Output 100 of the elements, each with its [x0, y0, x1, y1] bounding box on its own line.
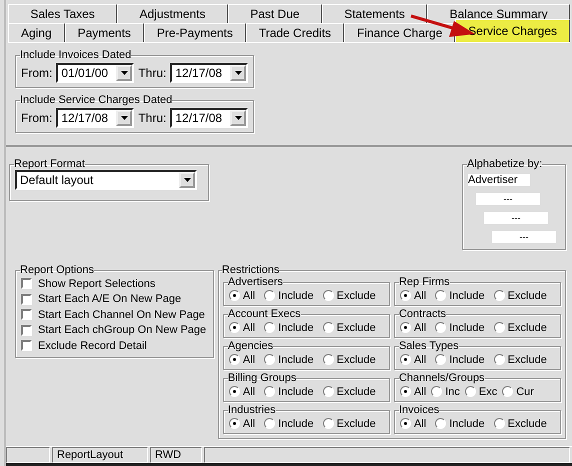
- radio-button[interactable]: [494, 290, 505, 301]
- radio-label: All: [414, 290, 426, 302]
- radio-button[interactable]: [431, 386, 442, 397]
- radio-label: Include: [278, 386, 314, 398]
- radio-button[interactable]: [228, 418, 240, 429]
- radio-button[interactable]: [264, 418, 276, 429]
- radio-button[interactable]: [322, 386, 334, 397]
- checkbox[interactable]: [21, 294, 32, 305]
- radio-button[interactable]: [264, 386, 276, 397]
- checkbox-label: Exclude Record Detail: [38, 340, 147, 352]
- radio-button[interactable]: [435, 290, 446, 301]
- tab[interactable]: Adjustments: [117, 4, 228, 23]
- caret-icon: [234, 116, 242, 120]
- radio-button[interactable]: [435, 322, 446, 333]
- tab[interactable]: Statements: [322, 4, 428, 23]
- radio-button[interactable]: [264, 322, 276, 333]
- checkbox-label: Show Report Selections: [38, 278, 156, 290]
- radio-button[interactable]: [228, 290, 240, 301]
- radio-label: All: [242, 322, 256, 334]
- dropdown-button[interactable]: [116, 110, 132, 126]
- radio-button[interactable]: [400, 322, 411, 333]
- radio-button[interactable]: [400, 418, 411, 429]
- radio-label: Exclude: [508, 354, 547, 366]
- field-label: From:: [21, 66, 52, 80]
- group-title: Alphabetize by:: [467, 158, 542, 170]
- radio-button[interactable]: [502, 386, 514, 397]
- dropdown-button[interactable]: [179, 172, 195, 188]
- radio-button[interactable]: [400, 386, 411, 397]
- caret-icon: [120, 71, 128, 75]
- status-panel: [6, 447, 50, 463]
- sort-field[interactable]: ---: [492, 231, 556, 243]
- tab[interactable]: Past Due: [228, 4, 322, 23]
- radio-button[interactable]: [322, 354, 334, 365]
- radio-label: Exclude: [336, 290, 376, 302]
- tab[interactable]: Trade Credits: [246, 23, 344, 42]
- radio-label: Include: [278, 354, 314, 366]
- radio-label: All: [242, 354, 256, 366]
- group-title: Report Format: [14, 158, 85, 170]
- radio-label: All: [414, 386, 426, 398]
- group-title: Sales Types: [398, 340, 459, 352]
- tab[interactable]: Payments: [64, 23, 144, 42]
- radio-button[interactable]: [228, 322, 240, 333]
- radio-button[interactable]: [322, 418, 334, 429]
- sort-field[interactable]: Advertiser: [468, 174, 530, 186]
- date-dropdown[interactable]: 12/17/08: [56, 108, 134, 128]
- radio-label: Exclude: [508, 290, 547, 302]
- radio-button[interactable]: [228, 386, 240, 397]
- radio-label: All: [242, 386, 256, 398]
- field-label: From:: [21, 111, 52, 125]
- layout-dropdown[interactable]: Default layout: [15, 170, 197, 190]
- checkbox[interactable]: [21, 324, 32, 336]
- radio-button[interactable]: [400, 354, 411, 365]
- dropdown-button[interactable]: [230, 65, 246, 81]
- radio-button[interactable]: [494, 322, 505, 333]
- date-dropdown[interactable]: 01/01/00: [56, 63, 134, 83]
- radio-button[interactable]: [264, 354, 276, 365]
- sort-field[interactable]: ---: [476, 193, 540, 205]
- checkbox[interactable]: [21, 340, 32, 352]
- group-title: Include Invoices Dated: [20, 49, 132, 61]
- checkbox[interactable]: [21, 278, 32, 290]
- radio-button[interactable]: [264, 290, 276, 301]
- field-label: Thru:: [138, 111, 166, 125]
- sort-field[interactable]: ---: [484, 212, 548, 224]
- group-title: Report Options: [20, 264, 94, 276]
- tab[interactable]: Service Charges: [455, 19, 570, 42]
- radio-label: Include: [449, 290, 485, 302]
- radio-button[interactable]: [228, 354, 240, 365]
- tab[interactable]: Finance Charge: [344, 23, 456, 42]
- radio-button[interactable]: [435, 354, 446, 365]
- radio-label: Include: [449, 354, 485, 366]
- radio-label: Include: [278, 418, 314, 430]
- tab[interactable]: Sales Taxes: [8, 4, 118, 23]
- date-dropdown[interactable]: 12/17/08: [170, 108, 248, 128]
- radio-button[interactable]: [494, 418, 505, 429]
- checkbox[interactable]: [21, 309, 32, 320]
- radio-button[interactable]: [322, 290, 334, 301]
- radio-button[interactable]: [322, 322, 334, 333]
- field-label: Thru:: [138, 66, 166, 80]
- radio-label: All: [242, 418, 256, 430]
- radio-label: Exclude: [508, 418, 547, 430]
- checkbox-label: Start Each chGroup On New Page: [38, 324, 206, 336]
- radio-label: Include: [449, 418, 485, 430]
- caret-icon: [120, 116, 128, 120]
- dropdown-button[interactable]: [116, 65, 132, 81]
- radio-button[interactable]: [464, 386, 476, 397]
- date-dropdown[interactable]: 12/17/08: [170, 63, 248, 83]
- checkbox-label: Start Each Channel On New Page: [38, 308, 205, 321]
- radio-label: Inc: [445, 386, 460, 398]
- tab[interactable]: Aging: [8, 23, 65, 42]
- dropdown-button[interactable]: [230, 110, 246, 126]
- radio-button[interactable]: [435, 418, 446, 429]
- radio-button[interactable]: [400, 290, 411, 301]
- group-title: Invoices: [398, 404, 440, 416]
- radio-label: Include: [278, 322, 314, 334]
- radio-label: All: [414, 354, 426, 366]
- group-title: Industries: [228, 404, 276, 416]
- tab[interactable]: Pre-Payments: [144, 23, 246, 42]
- group-title: Rep Firms: [398, 276, 450, 288]
- radio-button[interactable]: [494, 354, 505, 365]
- checkbox-label: Start Each A/E On New Page: [38, 293, 182, 306]
